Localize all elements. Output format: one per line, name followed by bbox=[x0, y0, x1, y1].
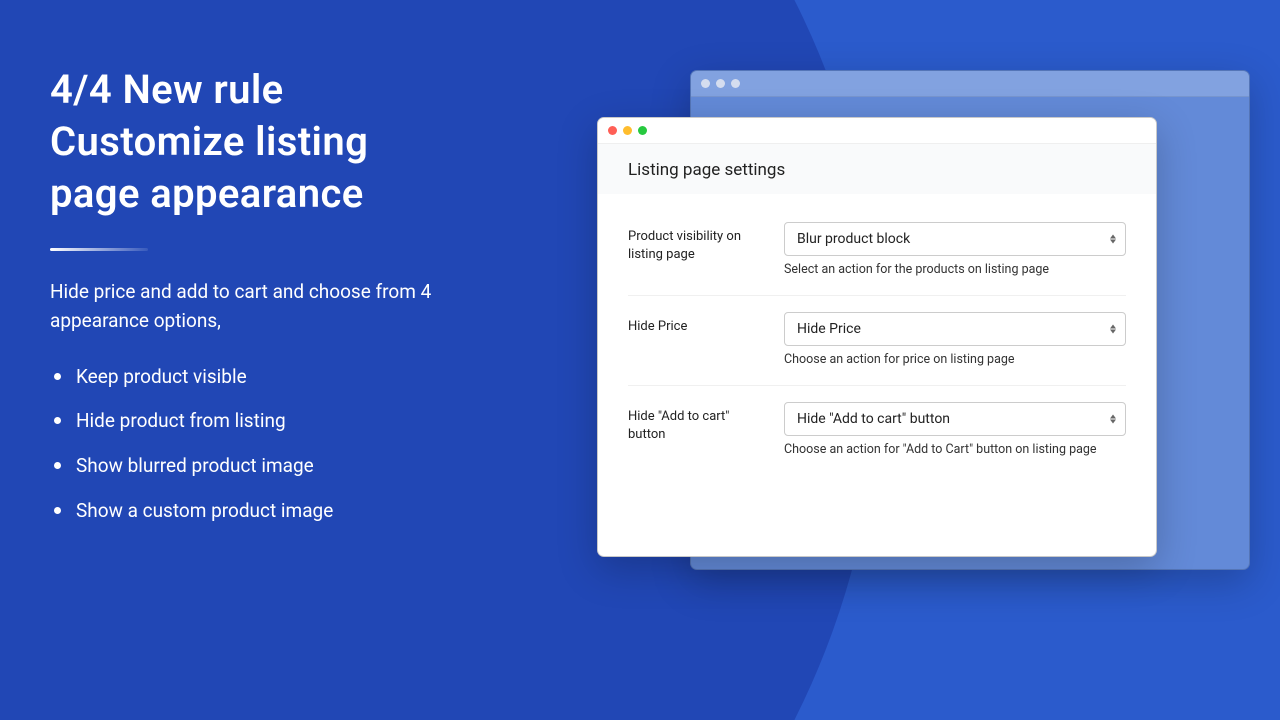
panel-heading: Listing page settings bbox=[598, 144, 1156, 194]
feature-list: Keep product visible Hide product from l… bbox=[50, 364, 520, 524]
visibility-select[interactable]: Blur product block bbox=[784, 222, 1126, 256]
settings-panel: Listing page settings Product visibility… bbox=[598, 144, 1156, 475]
marketing-copy: 4/4 New rule Customize listing page appe… bbox=[50, 64, 520, 542]
hide-price-select[interactable]: Hide Price bbox=[784, 312, 1126, 346]
window-chrome bbox=[691, 71, 1249, 97]
setting-row-hide-price: Hide Price Hide Price Choose an action f… bbox=[628, 296, 1126, 386]
settings-window: Listing page settings Product visibility… bbox=[597, 117, 1157, 557]
traffic-light-icon bbox=[716, 79, 725, 88]
field-help: Choose an action for price on listing pa… bbox=[784, 352, 1126, 367]
traffic-light-icon bbox=[731, 79, 740, 88]
list-item: Keep product visible bbox=[50, 364, 520, 391]
slide-title: 4/4 New rule Customize listing page appe… bbox=[50, 64, 520, 220]
close-icon[interactable] bbox=[608, 126, 617, 135]
select-value: Blur product block bbox=[797, 231, 910, 247]
promo-slide: 4/4 New rule Customize listing page appe… bbox=[0, 0, 1280, 720]
list-item: Hide product from listing bbox=[50, 408, 520, 435]
minimize-icon[interactable] bbox=[623, 126, 632, 135]
setting-row-hide-add-to-cart: Hide "Add to cart" button Hide "Add to c… bbox=[628, 386, 1126, 475]
field-help: Select an action for the products on lis… bbox=[784, 262, 1126, 277]
field-label: Product visibility on listing page bbox=[628, 222, 768, 263]
setting-row-visibility: Product visibility on listing page Blur … bbox=[628, 206, 1126, 296]
traffic-light-icon bbox=[701, 79, 710, 88]
chevron-sort-icon bbox=[1110, 415, 1116, 424]
field-label: Hide Price bbox=[628, 312, 768, 336]
chevron-sort-icon bbox=[1110, 235, 1116, 244]
field-help: Choose an action for "Add to Cart" butto… bbox=[784, 442, 1126, 457]
slide-lead: Hide price and add to cart and choose fr… bbox=[50, 277, 520, 336]
hide-add-to-cart-select[interactable]: Hide "Add to cart" button bbox=[784, 402, 1126, 436]
settings-form: Product visibility on listing page Blur … bbox=[598, 194, 1156, 475]
list-item: Show a custom product image bbox=[50, 498, 520, 525]
select-value: Hide Price bbox=[797, 321, 861, 337]
field-label: Hide "Add to cart" button bbox=[628, 402, 768, 443]
select-value: Hide "Add to cart" button bbox=[797, 411, 950, 427]
divider bbox=[50, 248, 148, 251]
maximize-icon[interactable] bbox=[638, 126, 647, 135]
chevron-sort-icon bbox=[1110, 325, 1116, 334]
window-chrome bbox=[598, 118, 1156, 144]
list-item: Show blurred product image bbox=[50, 453, 520, 480]
